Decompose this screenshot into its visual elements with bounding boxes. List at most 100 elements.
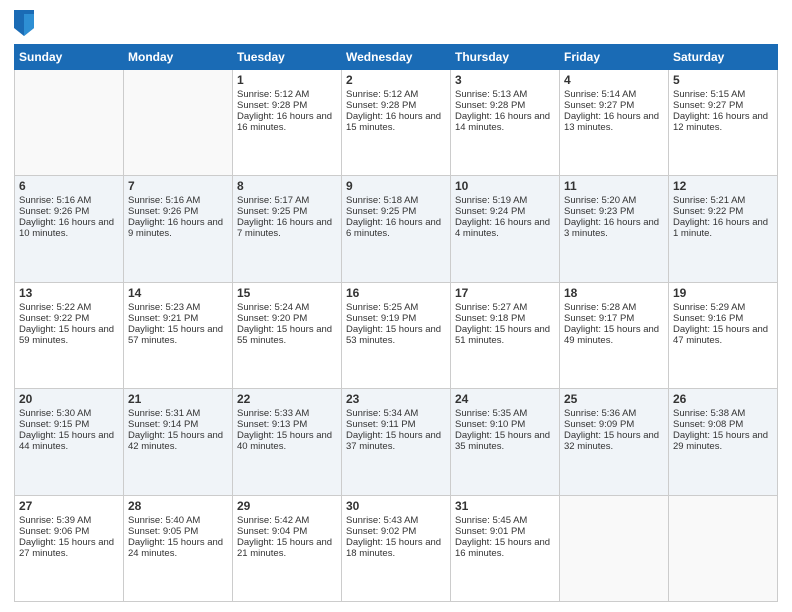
day-number: 25: [564, 392, 664, 406]
day-cell-4: 4 Sunrise: 5:14 AMSunset: 9:27 PMDaylight…: [560, 70, 669, 176]
day-cell-25: 25Sunrise: 5:36 AMSunset: 9:09 PMDayligh…: [560, 389, 669, 495]
logo: [14, 10, 38, 36]
week-row-5: 27 Sunrise: 5:39 AMSunset: 9:06 PM Dayligh…: [15, 495, 778, 601]
day-info: Sunrise: 5:21 AM: [673, 195, 773, 206]
day-info: Sunset: 9:25 PM: [346, 206, 446, 217]
day-number: 27: [19, 499, 119, 513]
day-info: Daylight: 16 hours and 14 minutes.: [455, 111, 555, 133]
day-info: Sunrise: 5:23 AM: [128, 302, 228, 313]
week-row-3: 13Sunrise: 5:22 AMSunset: 9:22 PMDayligh…: [15, 282, 778, 388]
day-number: 10: [455, 179, 555, 193]
day-info: Sunset: 9:02 PM: [346, 526, 446, 537]
day-info: Sunset: 9:28 PM: [346, 100, 446, 111]
day-info: Sunset: 9:11 PM: [346, 419, 446, 430]
empty-cell: [669, 495, 778, 601]
week-row-1: 1Sunrise: 5:12 AMSunset: 9:28 PMDaylight…: [15, 70, 778, 176]
day-cell-15: 15Sunrise: 5:24 AMSunset: 9:20 PMDayligh…: [233, 282, 342, 388]
weekday-monday: Monday: [124, 45, 233, 70]
day-info: Sunset: 9:18 PM: [455, 313, 555, 324]
day-cell-12: 12Sunrise: 5:21 AMSunset: 9:22 PMDayligh…: [669, 176, 778, 282]
day-info: Daylight: 16 hours and 12 minutes.: [673, 111, 773, 133]
day-info: Sunset: 9:19 PM: [346, 313, 446, 324]
day-cell-29: 29Sunrise: 5:42 AMSunset: 9:04 PMDayligh…: [233, 495, 342, 601]
day-info: Daylight: 15 hours and 53 minutes.: [346, 324, 446, 346]
day-info: Sunset: 9:22 PM: [673, 206, 773, 217]
day-info: Sunrise: 5:15 AM: [673, 89, 773, 100]
day-number: 26: [673, 392, 773, 406]
day-info: Daylight: 15 hours and 42 minutes.: [128, 430, 228, 452]
day-cell-26: 26Sunrise: 5:38 AMSunset: 9:08 PMDayligh…: [669, 389, 778, 495]
day-info: Daylight: 16 hours and 13 minutes.: [564, 111, 664, 133]
day-info: Sunrise: 5:28 AM: [564, 302, 664, 313]
day-number: 4: [564, 73, 664, 87]
day-cell-24: 24Sunrise: 5:35 AMSunset: 9:10 PMDayligh…: [451, 389, 560, 495]
day-number: 19: [673, 286, 773, 300]
weekday-friday: Friday: [560, 45, 669, 70]
day-number: 18: [564, 286, 664, 300]
day-number: 22: [237, 392, 337, 406]
day-info: Daylight: 15 hours and 16 minutes.: [455, 537, 555, 559]
day-info: Sunrise: 5:42 AM: [237, 515, 337, 526]
day-info: Daylight: 16 hours and 3 minutes.: [564, 217, 664, 239]
day-info: Sunrise: 5:12 AM: [237, 89, 337, 100]
day-info: Sunset: 9:15 PM: [19, 419, 119, 430]
day-info: Sunset: 9:04 PM: [237, 526, 337, 537]
day-info: Daylight: 16 hours and 15 minutes.: [346, 111, 446, 133]
day-number: 16: [346, 286, 446, 300]
empty-cell: [15, 70, 124, 176]
logo-icon: [14, 10, 34, 36]
day-cell-19: 19Sunrise: 5:29 AMSunset: 9:16 PMDayligh…: [669, 282, 778, 388]
day-number: 13: [19, 286, 119, 300]
day-number: 1: [237, 73, 337, 87]
day-info: Sunrise: 5:27 AM: [455, 302, 555, 313]
day-info: Sunrise: 5:24 AM: [237, 302, 337, 313]
day-cell-2: 2Sunrise: 5:12 AMSunset: 9:28 PMDaylight…: [342, 70, 451, 176]
day-number: 11: [564, 179, 664, 193]
day-cell-30: 30 Sunrise: 5:43 AMSunset: 9:02 PMDayligh…: [342, 495, 451, 601]
day-info: Sunset: 9:27 PM: [564, 100, 664, 111]
day-cell-6: 6Sunrise: 5:16 AMSunset: 9:26 PMDaylight…: [15, 176, 124, 282]
day-info: Sunrise: 5:22 AM: [19, 302, 119, 313]
weekday-wednesday: Wednesday: [342, 45, 451, 70]
day-info: Sunset: 9:14 PM: [128, 419, 228, 430]
day-info: Sunrise: 5:43 AM: [346, 515, 446, 526]
weekday-sunday: Sunday: [15, 45, 124, 70]
day-info: Daylight: 15 hours and 18 minutes.: [346, 537, 446, 559]
day-info: Sunrise: 5:25 AM: [346, 302, 446, 313]
day-info: Sunset: 9:05 PM: [128, 526, 228, 537]
day-info: Daylight: 15 hours and 40 minutes.: [237, 430, 337, 452]
day-info: Daylight: 15 hours and 59 minutes.: [19, 324, 119, 346]
calendar-table: SundayMondayTuesdayWednesdayThursdayFrid…: [14, 44, 778, 602]
day-info: Daylight: 15 hours and 35 minutes.: [455, 430, 555, 452]
day-number: 6: [19, 179, 119, 193]
day-info: Sunrise: 5:14 AM: [564, 89, 664, 100]
day-cell-14: 14Sunrise: 5:23 AMSunset: 9:21 PMDayligh…: [124, 282, 233, 388]
day-number: 30: [346, 499, 446, 513]
empty-cell: [124, 70, 233, 176]
day-info: Sunset: 9:23 PM: [564, 206, 664, 217]
day-number: 3: [455, 73, 555, 87]
day-info: Sunset: 9:22 PM: [19, 313, 119, 324]
week-row-2: 6Sunrise: 5:16 AMSunset: 9:26 PMDaylight…: [15, 176, 778, 282]
day-cell-18: 18Sunrise: 5:28 AMSunset: 9:17 PMDayligh…: [560, 282, 669, 388]
day-number: 15: [237, 286, 337, 300]
day-info: Daylight: 15 hours and 44 minutes.: [19, 430, 119, 452]
day-number: 8: [237, 179, 337, 193]
day-info: Sunset: 9:26 PM: [128, 206, 228, 217]
day-number: 14: [128, 286, 228, 300]
day-info: Sunrise: 5:40 AM: [128, 515, 228, 526]
day-info: Sunrise: 5:13 AM: [455, 89, 555, 100]
day-info: Sunset: 9:06 PM: [19, 526, 119, 537]
day-info: Sunrise: 5:17 AM: [237, 195, 337, 206]
day-info: Sunrise: 5:39 AM: [19, 515, 119, 526]
day-cell-28: 28Sunrise: 5:40 AMSunset: 9:05 PMDayligh…: [124, 495, 233, 601]
day-cell-7: 7Sunrise: 5:16 AMSunset: 9:26 PMDaylight…: [124, 176, 233, 282]
day-info: Daylight: 16 hours and 16 minutes.: [237, 111, 337, 133]
day-info: Daylight: 15 hours and 55 minutes.: [237, 324, 337, 346]
day-info: Sunset: 9:01 PM: [455, 526, 555, 537]
day-cell-3: 3Sunrise: 5:13 AMSunset: 9:28 PMDaylight…: [451, 70, 560, 176]
day-number: 17: [455, 286, 555, 300]
day-info: Daylight: 15 hours and 49 minutes.: [564, 324, 664, 346]
day-number: 12: [673, 179, 773, 193]
day-cell-9: 9Sunrise: 5:18 AMSunset: 9:25 PMDaylight…: [342, 176, 451, 282]
